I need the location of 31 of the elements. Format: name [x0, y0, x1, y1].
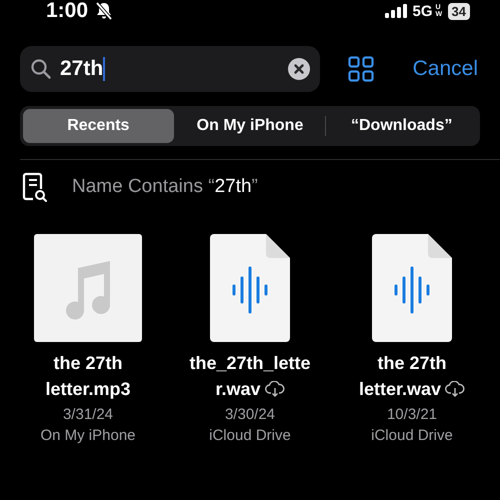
cancel-button[interactable]: Cancel: [412, 57, 478, 81]
signal-icon: [384, 4, 407, 18]
document-search-icon: [22, 172, 48, 202]
music-note-thumbnail[interactable]: [34, 234, 142, 342]
file-name: the 27th: [53, 352, 122, 375]
file-name: letter.wav: [358, 378, 442, 401]
file-name: the 27th: [377, 352, 446, 375]
search-icon: [30, 58, 52, 80]
file-date: 10/3/21: [386, 406, 438, 423]
file-location: iCloud Drive: [371, 427, 453, 444]
audio-file-icon[interactable]: [210, 234, 290, 342]
grid-view-icon[interactable]: [348, 56, 374, 82]
audio-file-icon[interactable]: [372, 234, 452, 342]
battery-indicator: 34: [448, 2, 470, 20]
scope-tab[interactable]: “Downloads”: [326, 109, 478, 143]
search-field[interactable]: 27th: [20, 46, 320, 92]
file-name: the_27th_lette: [189, 352, 311, 375]
file-date: 3/31/24: [62, 406, 114, 423]
file-location: iCloud Drive: [209, 427, 291, 444]
file-date: 3/30/24: [224, 406, 276, 423]
scope-tab[interactable]: On My iPhone: [174, 109, 326, 143]
clear-icon[interactable]: [288, 58, 310, 80]
file-name: r.wav: [215, 378, 261, 401]
cloud-download-icon[interactable]: [264, 381, 285, 397]
scope-tab[interactable]: Recents: [23, 109, 174, 143]
status-time: 1:00: [46, 0, 88, 23]
cloud-download-icon[interactable]: [445, 381, 466, 397]
name-contains-suggestion[interactable]: Name Contains “27th”: [72, 176, 258, 198]
network-label: 5G: [412, 2, 433, 20]
file-name: letter.mp3: [45, 378, 131, 401]
file-location: On My iPhone: [40, 427, 136, 444]
